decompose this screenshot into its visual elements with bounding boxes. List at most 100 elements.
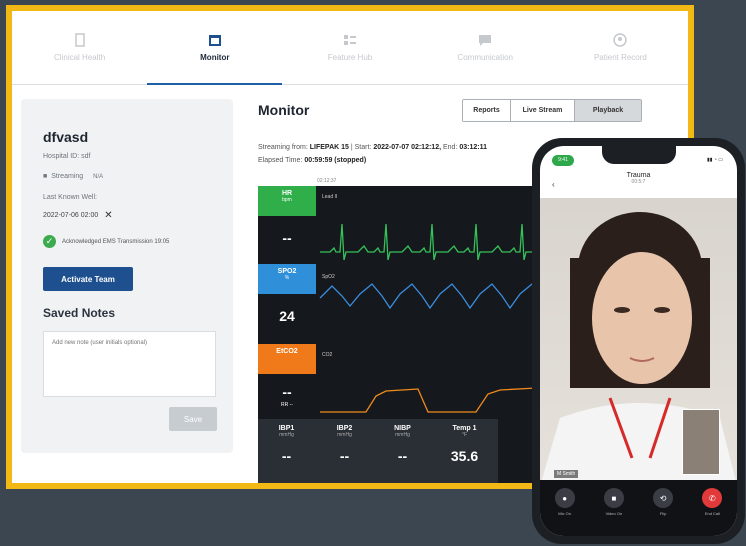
phone-screen: 9:41 ▮▮ ◔ ▭ Trauma 00:5:7 ‹ M Smith ● Mi… [540, 146, 737, 536]
calendar-monitor-icon [208, 35, 221, 46]
nav-label: Clinical Health [54, 53, 106, 62]
temp-cell: Temp 1 °F 35.6 [432, 419, 498, 483]
etco2-value: -- [282, 384, 292, 400]
time-tick: 02:12:37 [317, 178, 337, 184]
end-call-icon[interactable]: ✆ [702, 488, 723, 508]
end-call-control[interactable]: ✆ End Call [702, 488, 723, 536]
co2-waveform [320, 387, 558, 413]
nav-feature-hub[interactable]: Feature Hub [282, 11, 417, 84]
start-value: 2022-07-07 02:12:12, [373, 144, 442, 151]
tab-reports[interactable]: Reports [463, 100, 511, 121]
phone-notch [602, 146, 676, 164]
bottom-vitals: IBP1 mmHg -- IBP2 mmHg -- NIBP mmHg -- T… [258, 419, 558, 483]
last-known-well-value: 2022-07-06 02:00 [43, 212, 99, 219]
spo2-unit: % [284, 275, 290, 281]
nav-label: Monitor [200, 53, 230, 62]
microphone-icon[interactable]: ● [554, 488, 575, 508]
ibp1-value: -- [281, 448, 292, 464]
etco2-tile: EtCO2 [258, 344, 316, 374]
ibp2-cell: IBP2 mmHg -- [316, 419, 374, 483]
nav-monitor[interactable]: Monitor [147, 11, 283, 85]
spo2-waveform [319, 283, 558, 310]
video-camera-icon[interactable]: ■ [603, 488, 624, 508]
temp-label: Temp 1 [452, 425, 477, 432]
end-value: 03:12:11 [459, 144, 487, 151]
ecg-waveform [320, 223, 558, 261]
hr-label: HR [281, 190, 293, 197]
activate-team-button[interactable]: Activate Team [43, 267, 133, 291]
nav-clinical-health[interactable]: Clinical Health [12, 11, 147, 84]
video-control[interactable]: ■ Video On [603, 488, 624, 536]
ibp1-cell: IBP1 mmHg -- [258, 419, 316, 483]
check-circle-icon: ✓ [43, 235, 56, 248]
tab-playback[interactable]: Playback [575, 100, 641, 121]
page-title: Monitor [258, 102, 310, 118]
flip-control[interactable]: ⟲ Flip [653, 488, 674, 536]
temp-value: 35.6 [450, 448, 479, 464]
patient-sidebar: dfvasd Hospital ID: sdf ■ Streaming N/A … [21, 99, 233, 453]
back-chevron-icon[interactable]: ‹ [552, 180, 555, 189]
top-navigation: Clinical Health Monitor Feature Hub Comm… [12, 11, 688, 85]
nav-patient-record[interactable]: Patient Record [553, 11, 688, 84]
nav-communication[interactable]: Communication [418, 11, 553, 84]
spo2-value: 24 [279, 308, 295, 324]
last-known-well: 2022-07-06 02:00 ✕ [43, 210, 113, 221]
flip-camera-icon[interactable]: ⟲ [653, 488, 674, 508]
spo2-tile: SPO2 % [258, 264, 316, 294]
clear-icon[interactable]: ✕ [104, 210, 112, 221]
notes-input[interactable] [43, 331, 216, 397]
end-call-label: End Call [704, 511, 720, 516]
nav-label: Patient Record [593, 53, 647, 62]
nav-label: Communication [457, 53, 513, 62]
streaming-info: Streaming from: LIFEPAK 15 | Start: 2022… [258, 144, 487, 151]
acknowledged-text: Acknowledged EMS Transmission 19:05 [62, 238, 170, 245]
flip-label: Flip [659, 511, 667, 516]
nav-label: Feature Hub [327, 53, 373, 62]
user-icon [613, 33, 628, 47]
call-duration: 00:5:7 [631, 179, 646, 185]
call-header: Trauma 00:5:7 [540, 172, 737, 196]
mic-control[interactable]: ● Mic On [554, 488, 575, 536]
checklist-icon [344, 35, 356, 45]
elapsed-label: Elapsed Time: [258, 157, 303, 164]
video-label: Video On [605, 511, 623, 516]
video-camera-icon: ■ [43, 173, 48, 180]
chat-icon [479, 35, 492, 46]
streaming-label: Streaming [51, 173, 84, 180]
saved-notes-title: Saved Notes [43, 306, 116, 320]
save-button[interactable]: Save [169, 407, 217, 431]
acknowledgement: ✓ Acknowledged EMS Transmission 19:05 [43, 235, 169, 248]
etco2-label: EtCO2 [276, 348, 298, 355]
ibp2-value: -- [339, 448, 350, 464]
elapsed-info: Elapsed Time: 00:59:59 (stopped) [258, 157, 366, 164]
streaming-from-label: Streaming from: [258, 144, 308, 151]
status-time: 9:41 [552, 155, 574, 166]
mic-label: Mic On [558, 511, 571, 516]
streaming-sub: N/A [93, 173, 104, 180]
end-label: End: [442, 144, 458, 151]
remote-video: M Smith [540, 198, 737, 486]
start-label: Start: [354, 144, 372, 151]
participant-name: M Smith [554, 470, 579, 478]
elapsed-value: 00:59:59 (stopped) [304, 157, 367, 164]
hospital-id: Hospital ID: sdf [43, 153, 91, 160]
tab-live-stream[interactable]: Live Stream [511, 100, 575, 121]
view-tabs: Reports Live Stream Playback [462, 99, 642, 122]
hr-value: -- [282, 230, 292, 246]
call-controls: ● Mic On ■ Video On ⟲ Flip ✆ End Call [540, 480, 737, 536]
waveform-canvas [319, 223, 558, 413]
nibp-label: NIBP [394, 425, 411, 432]
self-view-video[interactable] [682, 409, 720, 475]
call-title: Trauma [626, 172, 651, 179]
spo2-label: SPO2 [277, 268, 297, 275]
last-known-well-label: Last Known Well: [43, 194, 97, 201]
hr-tile: HR bpm [258, 186, 316, 216]
clipboard-icon [74, 33, 85, 47]
rr-label: RR -- [281, 402, 293, 408]
patient-name: dfvasd [43, 129, 89, 145]
streaming-status: ■ Streaming N/A [43, 173, 103, 180]
hr-unit: bpm [282, 197, 292, 203]
device-name: LIFEPAK 15 [309, 144, 349, 151]
vitals-monitor: HR bpm -- SPO2 % 24 EtCO2 -- RR -- Lead … [258, 186, 558, 483]
nibp-value: -- [397, 448, 408, 464]
